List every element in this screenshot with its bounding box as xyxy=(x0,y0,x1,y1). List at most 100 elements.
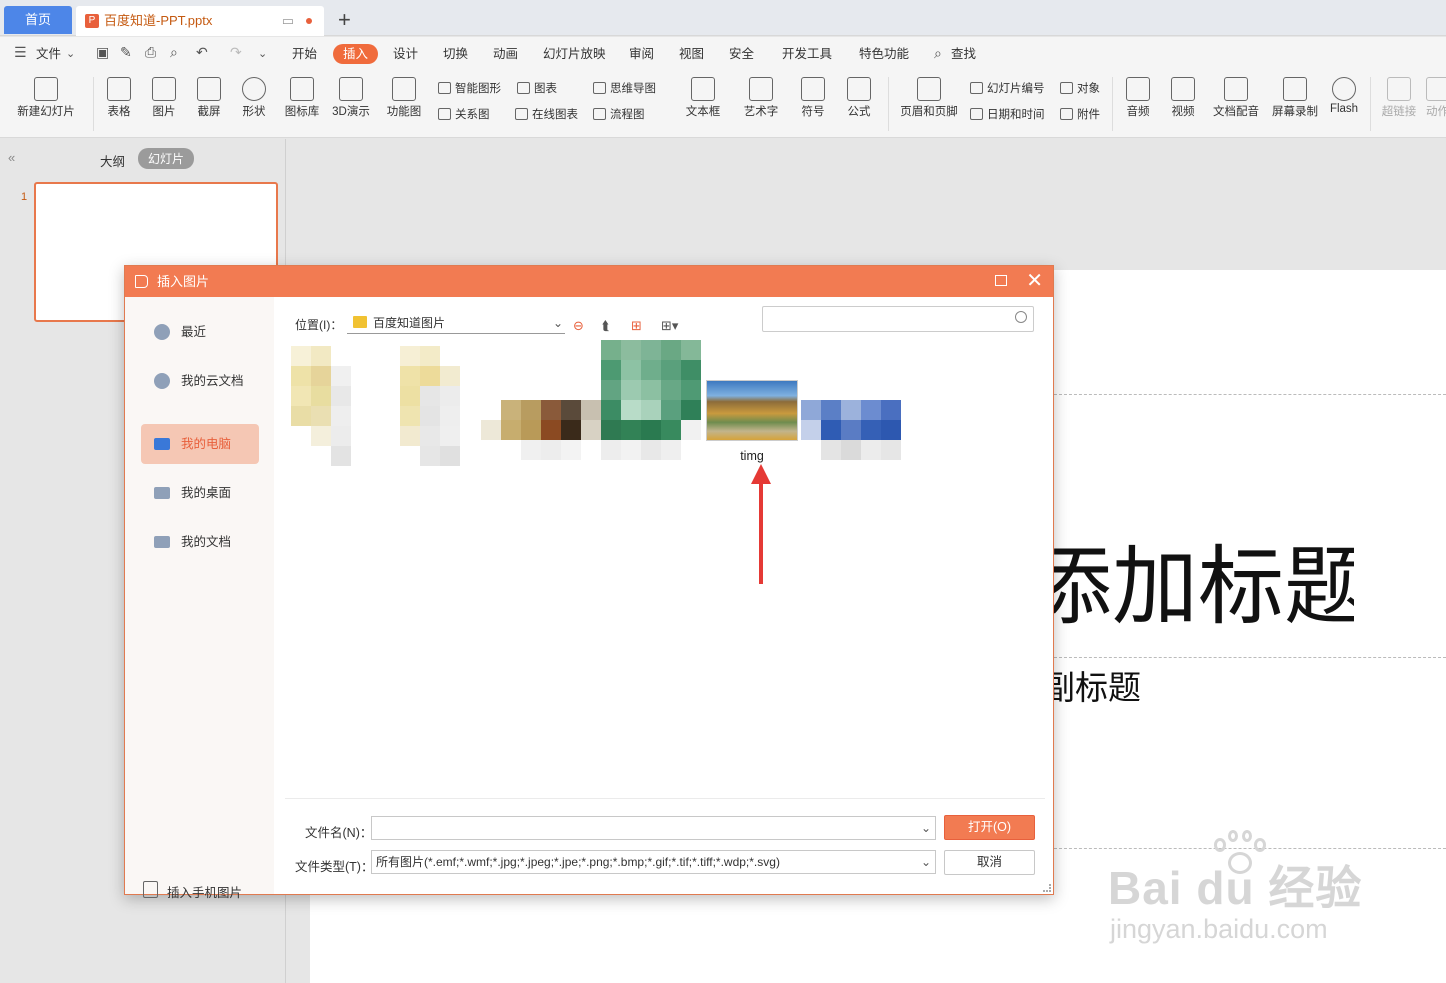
clock-icon xyxy=(154,324,170,340)
up-folder-icon[interactable]: ⮬ xyxy=(602,318,610,334)
hamburger-icon[interactable]: ☰ xyxy=(14,44,27,61)
screenshot-button[interactable]: 截屏 xyxy=(192,71,226,119)
flowchart-button[interactable]: 流程图 xyxy=(593,106,645,122)
nav-desktop[interactable]: 我的桌面 xyxy=(141,473,259,513)
redo-icon[interactable]: ↷ xyxy=(230,44,242,61)
nav-documents[interactable]: 我的文档 xyxy=(141,522,259,562)
open-button[interactable]: 打开(O) xyxy=(944,815,1035,840)
back-icon[interactable]: ⊖ xyxy=(573,318,584,334)
header-footer-button[interactable]: 页眉和页脚 xyxy=(897,71,961,119)
unsaved-dot-icon xyxy=(306,18,312,24)
online-chart-button[interactable]: 在线图表 xyxy=(515,106,578,122)
cancel-button[interactable]: 取消 xyxy=(944,850,1035,875)
video-button[interactable]: 视频 xyxy=(1165,71,1201,119)
new-tab-button[interactable]: + xyxy=(338,6,351,34)
resize-grip-icon[interactable] xyxy=(1043,884,1051,892)
paperclip-icon xyxy=(1060,108,1073,120)
save-icon[interactable]: ▣ xyxy=(96,44,109,61)
formula-button[interactable]: 公式 xyxy=(841,71,877,119)
function-chart-button[interactable]: 功能图 xyxy=(381,71,427,119)
slide-subtitle-placeholder[interactable]: 副标题 xyxy=(1054,668,1174,708)
print-icon[interactable]: ⎙ xyxy=(145,44,156,61)
audio-button[interactable]: 音频 xyxy=(1120,71,1156,119)
tab-home[interactable]: 首页 xyxy=(4,6,72,34)
baidu-watermark-url: jingyan.baidu.com xyxy=(1110,914,1328,944)
menu-security[interactable]: 安全 xyxy=(729,45,754,63)
maximize-icon[interactable] xyxy=(995,275,1007,286)
symbol-button[interactable]: 符号 xyxy=(795,71,831,119)
title-placeholder-border xyxy=(1054,394,1446,395)
slide-number-button[interactable]: 幻灯片编号 xyxy=(970,80,1045,96)
shape-button[interactable]: 形状 xyxy=(237,71,271,119)
menu-slideshow[interactable]: 幻灯片放映 xyxy=(543,45,606,63)
collapse-panel-icon[interactable]: « xyxy=(8,150,15,165)
new-folder-icon[interactable]: ⊞ xyxy=(631,318,642,334)
3d-demo-button[interactable]: 3D演示 xyxy=(330,71,372,119)
nav-recent[interactable]: 最近 xyxy=(141,312,259,352)
file-menu[interactable]: 文件 xyxy=(36,45,61,63)
nav-cloud-docs[interactable]: 我的云文档 xyxy=(141,361,259,401)
screen-record-button[interactable]: 屏幕录制 xyxy=(1270,71,1320,119)
relation-chart-button[interactable]: 关系图 xyxy=(438,106,490,122)
menu-start[interactable]: 开始 xyxy=(292,45,317,63)
dialog-sidebar: 最近 我的云文档 我的电脑 我的桌面 我的文档 插入手机图片 xyxy=(125,297,274,900)
close-icon[interactable]: ✕ xyxy=(1026,266,1043,296)
undo-icon[interactable]: ↶ xyxy=(196,44,208,61)
search-icon[interactable]: ⌕ xyxy=(934,45,942,62)
menu-view[interactable]: 视图 xyxy=(679,45,704,63)
menu-developer[interactable]: 开发工具 xyxy=(782,45,832,63)
picture-button[interactable]: 图片 xyxy=(147,71,181,119)
customize-chevron-icon[interactable]: ⌄ xyxy=(258,47,267,60)
video-icon xyxy=(1171,77,1195,101)
timg-file-name[interactable]: timg xyxy=(725,449,779,463)
view-mode-icon[interactable]: ⊞▾ xyxy=(661,318,678,334)
chevron-down-icon[interactable]: ⌄ xyxy=(916,817,931,839)
outline-tab[interactable]: 大纲 xyxy=(100,151,125,170)
menu-review[interactable]: 审阅 xyxy=(629,45,654,63)
object-button[interactable]: 对象 xyxy=(1060,80,1100,96)
flash-button[interactable]: Flash xyxy=(1328,71,1360,115)
textbox-icon xyxy=(691,77,715,101)
nav-my-computer[interactable]: 我的电脑 xyxy=(141,424,259,464)
picture-icon xyxy=(152,77,176,101)
new-slide-button[interactable]: 新建幻灯片 xyxy=(10,71,82,119)
table-button[interactable]: 表格 xyxy=(102,71,136,119)
menu-special[interactable]: 特色功能 xyxy=(859,45,909,63)
tab-document[interactable]: P 百度知道-PPT.pptx ▭ xyxy=(76,6,324,36)
attachment-button[interactable]: 附件 xyxy=(1060,106,1100,122)
print-preview-icon[interactable]: ⌕ xyxy=(170,44,178,61)
doc-voice-button[interactable]: 文档配音 xyxy=(1211,71,1261,119)
slide-number: 1 xyxy=(21,191,28,203)
insert-phone-picture-button[interactable]: 插入手机图片 xyxy=(143,881,242,901)
textbox-button[interactable]: 文本框 xyxy=(680,71,726,119)
timg-photo-thumbnail[interactable] xyxy=(706,380,798,441)
menu-insert[interactable]: 插入 xyxy=(333,44,379,64)
menu-transition[interactable]: 切换 xyxy=(443,45,468,63)
flowchart-icon xyxy=(593,108,606,120)
wordart-button[interactable]: 艺术字 xyxy=(737,71,785,119)
chevron-down-icon[interactable]: ⌄ xyxy=(916,851,931,873)
dialog-titlebar[interactable]: 插入图片 ✕ xyxy=(125,266,1053,297)
location-dropdown[interactable]: 百度知道图片 ⌄ xyxy=(347,313,565,334)
slide-title-placeholder[interactable]: 添加标题 xyxy=(1054,532,1354,642)
menu-design[interactable]: 设计 xyxy=(393,45,418,63)
smart-shape-button[interactable]: 智能图形 xyxy=(438,80,501,96)
filetype-select[interactable]: 所有图片(*.emf;*.wmf;*.jpg;*.jpeg;*.jpe;*.pn… xyxy=(371,850,936,874)
file-chevron-icon[interactable]: ⌄ xyxy=(66,47,75,60)
chart-button[interactable]: 图表 xyxy=(517,80,557,96)
icon-library-button[interactable]: 图标库 xyxy=(283,71,321,119)
filename-input[interactable]: ⌄ xyxy=(371,816,936,840)
datetime-button[interactable]: 日期和时间 xyxy=(970,106,1045,122)
hyperlink-button[interactable]: 超链接 xyxy=(1380,71,1418,119)
folder-icon xyxy=(353,316,367,328)
action-button[interactable]: 动作 xyxy=(1426,71,1446,119)
filetype-label: 文件类型(T)： xyxy=(295,860,374,874)
format-painter-icon[interactable]: ✎ xyxy=(120,44,132,61)
slides-tab[interactable]: 幻灯片 xyxy=(138,148,195,169)
mindmap-button[interactable]: 思维导图 xyxy=(593,80,656,96)
monitor-icon[interactable]: ▭ xyxy=(282,6,294,36)
menu-search[interactable]: 查找 xyxy=(951,45,976,63)
file-search-input[interactable] xyxy=(762,306,1034,332)
relation-chart-icon xyxy=(438,108,451,120)
menu-animation[interactable]: 动画 xyxy=(493,45,518,63)
